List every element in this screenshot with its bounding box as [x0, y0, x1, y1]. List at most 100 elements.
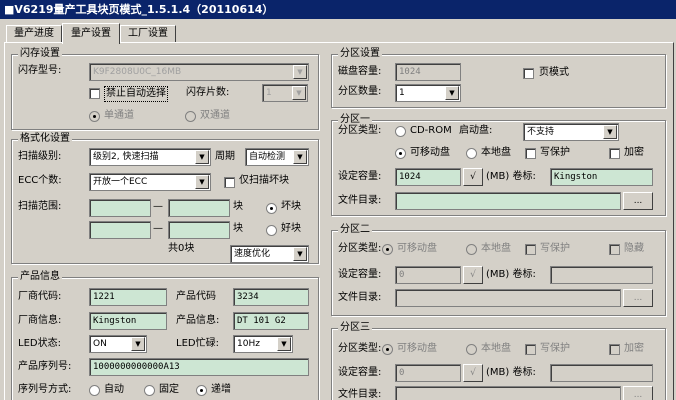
page-mode-label: 页模式	[539, 67, 569, 78]
led-busy-value: 10Hz	[237, 339, 260, 349]
range-end-1-input[interactable]	[168, 199, 230, 217]
p3-cap-label: 设定容量:	[338, 367, 382, 378]
serial-inc-radio[interactable]	[196, 385, 207, 396]
page-mode-checkbox[interactable]	[523, 68, 534, 79]
partition-count-select[interactable]: 1 ▼	[395, 84, 461, 102]
p2-volume-input[interactable]	[550, 266, 653, 284]
serial-auto-radio[interactable]	[89, 385, 100, 396]
product-info-label: 产品信息:	[176, 315, 220, 326]
flash-chips-value: 1	[266, 88, 272, 98]
dual-channel-label: 双通道	[200, 110, 230, 121]
serial-inc-label: 递增	[211, 384, 231, 395]
p1-dir-input[interactable]	[395, 192, 621, 210]
bad-block-radio[interactable]	[266, 203, 277, 214]
vendor-info-label: 厂商信息:	[18, 315, 62, 326]
p1-cdrom-radio[interactable]	[395, 126, 406, 137]
p3-write-protect-label: 写保护	[540, 343, 570, 354]
p3-encrypt-checkbox[interactable]	[609, 344, 620, 355]
p3-write-protect-checkbox[interactable]	[525, 344, 536, 355]
vendor-info-input[interactable]: Kingston	[89, 312, 167, 330]
p3-local-radio[interactable]	[466, 344, 477, 355]
p1-boot-value: 不支持	[527, 127, 555, 137]
range-end-2-input[interactable]	[168, 221, 230, 239]
chevron-down-icon[interactable]: ▼	[195, 175, 209, 189]
single-channel-radio[interactable]	[89, 111, 100, 122]
chevron-down-icon[interactable]: ▼	[292, 86, 306, 100]
chevron-down-icon[interactable]: ▼	[603, 125, 617, 139]
p2-removable-radio[interactable]	[382, 244, 393, 255]
p1-removable-radio[interactable]	[395, 148, 406, 159]
serial-fixed-radio[interactable]	[144, 385, 155, 396]
p2-local-radio[interactable]	[466, 244, 477, 255]
led-select[interactable]: ON ▼	[89, 335, 147, 353]
chevron-down-icon[interactable]: ▼	[293, 150, 307, 164]
chevron-down-icon[interactable]: ▼	[293, 247, 307, 261]
p2-write-protect-label: 写保护	[540, 243, 570, 254]
ecc-label: ECC个数:	[18, 175, 62, 186]
ecc-select[interactable]: 开放一个ECC ▼	[89, 173, 211, 191]
p2-local-label: 本地盘	[481, 243, 511, 254]
disable-auto-label: 禁止自动选择	[104, 86, 168, 102]
disable-auto-checkbox[interactable]	[89, 88, 100, 99]
p1-volume-input[interactable]: Kingston	[550, 168, 653, 186]
disk-capacity-input[interactable]: 1024	[395, 63, 461, 81]
p1-local-radio[interactable]	[466, 148, 477, 159]
product-code-input[interactable]: 3234	[233, 288, 309, 306]
tab-progress[interactable]: 量产进度	[6, 25, 62, 43]
p2-hidden-checkbox[interactable]	[609, 244, 620, 255]
chevron-down-icon[interactable]: ▼	[131, 337, 145, 351]
period-select[interactable]: 自动检测 ▼	[245, 148, 309, 166]
title-bar: ■V6219量产工具块页模式_1.5.1.4（20110614）	[0, 0, 676, 19]
chevron-down-icon[interactable]: ▼	[277, 337, 291, 351]
flash-model-select[interactable]: K9F2808U0C_16MB ▼	[89, 63, 309, 81]
good-block-radio[interactable]	[266, 225, 277, 236]
p1-boot-label: 启动盘:	[459, 125, 493, 136]
product-group-title: 产品信息	[18, 271, 62, 283]
scan-level-select[interactable]: 级别2, 快速扫描 ▼	[89, 148, 211, 166]
chevron-down-icon[interactable]: ▼	[445, 86, 459, 100]
p2-confirm-button[interactable]: √	[463, 266, 483, 284]
led-busy-label: LED忙碌:	[176, 338, 219, 349]
p3-unit-label: (MB) 卷标:	[486, 367, 536, 378]
p2-write-protect-checkbox[interactable]	[525, 244, 536, 255]
chevron-down-icon[interactable]: ▼	[195, 150, 209, 164]
p3-cap-input[interactable]: 0	[395, 364, 461, 382]
flash-chips-select[interactable]: 1 ▼	[262, 84, 308, 102]
p1-cap-input[interactable]: 1024	[395, 168, 461, 186]
range-start-2-input[interactable]	[89, 221, 151, 239]
flash-chips-label: 闪存片数:	[186, 87, 230, 98]
p3-removable-radio[interactable]	[382, 344, 393, 355]
speed-value: 速度优化	[234, 249, 271, 259]
p1-boot-select[interactable]: 不支持 ▼	[523, 123, 619, 141]
scan-level-label: 扫描级别:	[18, 151, 62, 162]
p1-write-protect-checkbox[interactable]	[525, 148, 536, 159]
partition-count-value: 1	[399, 88, 405, 98]
dual-channel-radio[interactable]	[185, 111, 196, 122]
speed-select[interactable]: 速度优化 ▼	[230, 245, 309, 263]
p2-unit-label: (MB) 卷标:	[486, 269, 536, 280]
p3-confirm-button[interactable]: √	[463, 364, 483, 382]
scan-bad-only-checkbox[interactable]	[224, 177, 235, 188]
p2-browse-button[interactable]: ...	[623, 289, 653, 307]
tab-factory[interactable]: 工厂设置	[120, 25, 176, 43]
p1-encrypt-label: 加密	[624, 147, 644, 158]
range-start-1-input[interactable]	[89, 199, 151, 217]
chevron-down-icon[interactable]: ▼	[293, 65, 307, 79]
range-block-2: 块	[233, 223, 243, 234]
p1-confirm-button[interactable]: √	[463, 168, 483, 186]
vendor-code-input[interactable]: 1221	[89, 288, 167, 306]
product-info-input[interactable]: DT 101 G2	[233, 312, 309, 330]
tab-settings[interactable]: 量产设置	[62, 23, 120, 44]
led-busy-select[interactable]: 10Hz ▼	[233, 335, 293, 353]
p2-cap-input[interactable]: 0	[395, 266, 461, 284]
scan-level-value: 级别2, 快速扫描	[93, 152, 159, 162]
serial-input[interactable]: 1000000000000A13	[89, 358, 309, 376]
p3-volume-input[interactable]	[550, 364, 653, 382]
p1-encrypt-checkbox[interactable]	[609, 148, 620, 159]
p3-browse-button[interactable]: ...	[623, 386, 653, 400]
flash-model-value: K9F2808U0C_16MB	[93, 67, 182, 77]
p1-browse-button[interactable]: ...	[623, 192, 653, 210]
p2-dir-input[interactable]	[395, 289, 621, 307]
p3-dir-input[interactable]	[395, 386, 621, 400]
p1-type-label: 分区类型:	[338, 125, 382, 136]
